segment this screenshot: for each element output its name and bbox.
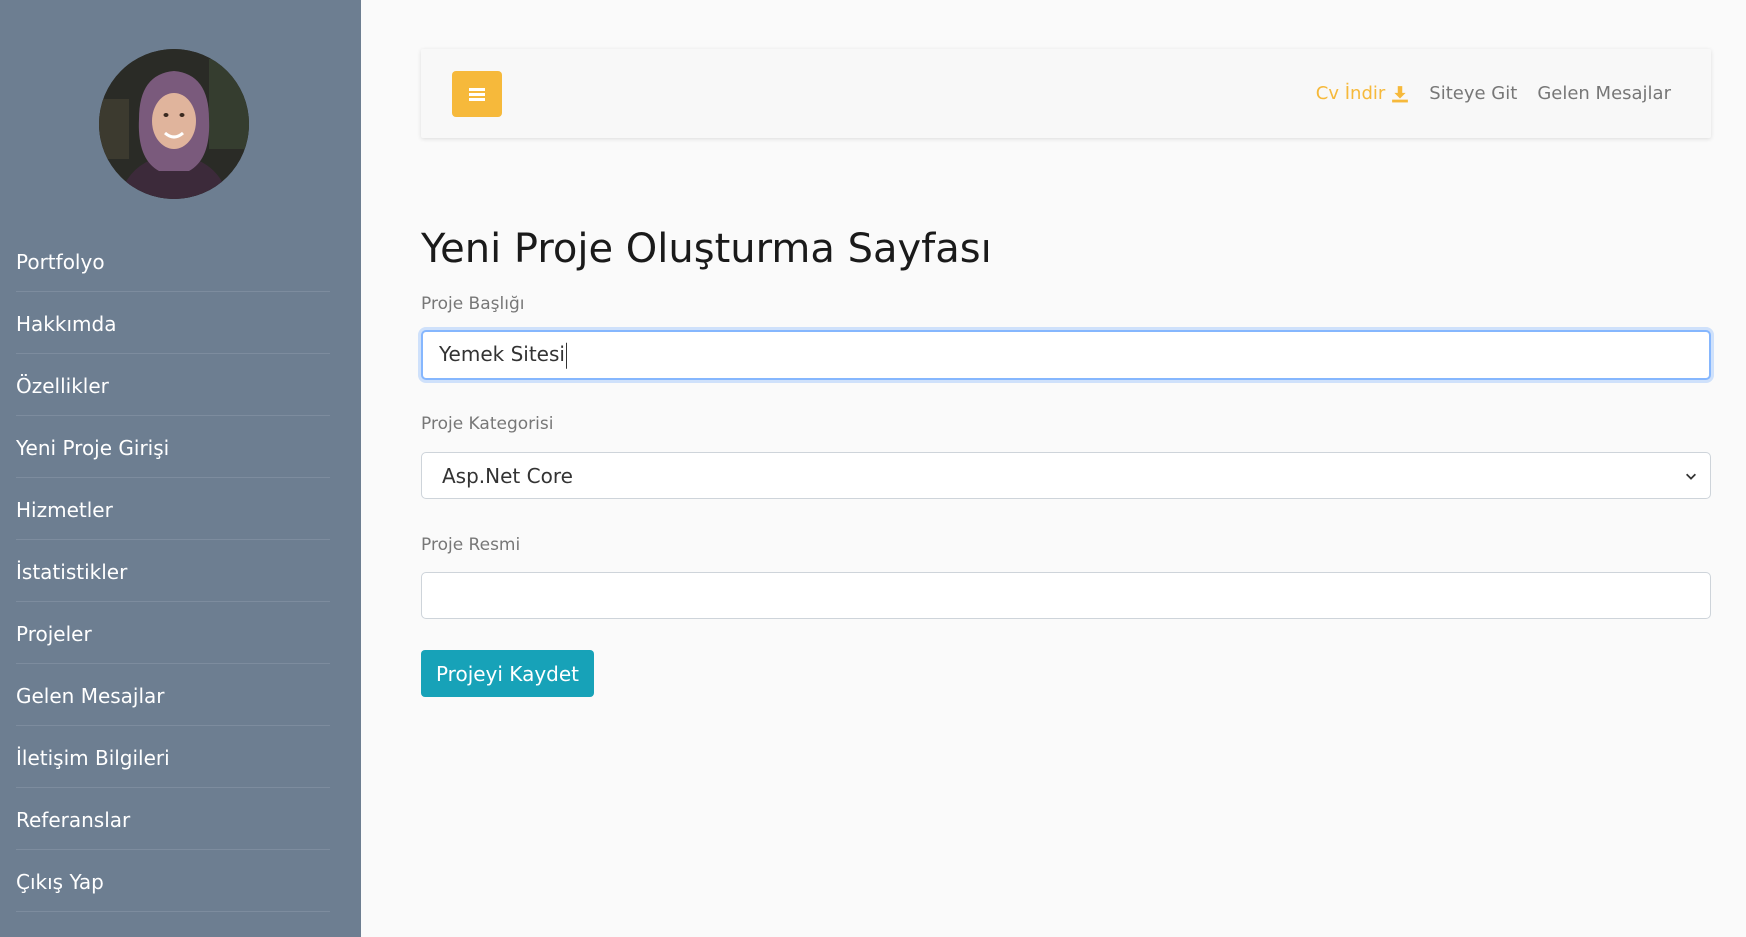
hamburger-icon [469, 86, 485, 103]
project-title-label: Proje Başlığı [421, 294, 525, 314]
sidebar-item-projeler[interactable]: Projeler [16, 602, 330, 664]
project-category-value: Asp.Net Core [442, 463, 573, 488]
project-category-select[interactable]: Asp.Net Core [421, 452, 1711, 499]
text-caret [565, 342, 567, 369]
sidebar-item-yeni-proje-girisi[interactable]: Yeni Proje Girişi [16, 416, 330, 478]
menu-toggle-button[interactable] [452, 71, 502, 117]
sidebar-item-iletisim-bilgileri[interactable]: İletişim Bilgileri [16, 726, 330, 788]
sidebar-item-ozellikler[interactable]: Özellikler [16, 354, 330, 416]
sidebar-nav: Portfolyo Hakkımda Özellikler Yeni Proje… [16, 230, 330, 912]
project-title-value: Yemek Sitesi [439, 341, 565, 366]
sidebar-item-cikis-yap[interactable]: Çıkış Yap [16, 850, 330, 912]
sidebar-item-hizmetler[interactable]: Hizmetler [16, 478, 330, 540]
chevron-down-icon [1686, 473, 1696, 480]
profile-photo [99, 49, 249, 199]
gelen-mesajlar-link[interactable]: Gelen Mesajlar [1537, 83, 1671, 104]
save-project-button[interactable]: Projeyi Kaydet [421, 650, 594, 697]
sidebar-item-istatistikler[interactable]: İstatistikler [16, 540, 330, 602]
topbar: Cv İndir Siteye Git Gelen Mesajlar [421, 49, 1711, 138]
project-image-label: Proje Resmi [421, 535, 521, 555]
project-image-input[interactable] [421, 572, 1711, 619]
siteye-git-link[interactable]: Siteye Git [1429, 83, 1517, 104]
cv-download-label: Cv İndir [1315, 83, 1386, 104]
page-title: Yeni Proje Oluşturma Sayfası [421, 226, 992, 272]
avatar [99, 49, 249, 199]
project-title-input[interactable]: Yemek Sitesi [421, 330, 1711, 380]
sidebar-item-hakkimda[interactable]: Hakkımda [16, 292, 330, 354]
download-icon [1392, 85, 1409, 102]
sidebar-item-gelen-mesajlar[interactable]: Gelen Mesajlar [16, 664, 330, 726]
top-nav: Cv İndir Siteye Git Gelen Mesajlar [1316, 49, 1671, 138]
sidebar: Portfolyo Hakkımda Özellikler Yeni Proje… [0, 0, 361, 937]
sidebar-item-portfolyo[interactable]: Portfolyo [16, 230, 330, 292]
project-category-label: Proje Kategorisi [421, 414, 554, 434]
sidebar-item-referanslar[interactable]: Referanslar [16, 788, 330, 850]
cv-download-link[interactable]: Cv İndir [1316, 83, 1410, 104]
